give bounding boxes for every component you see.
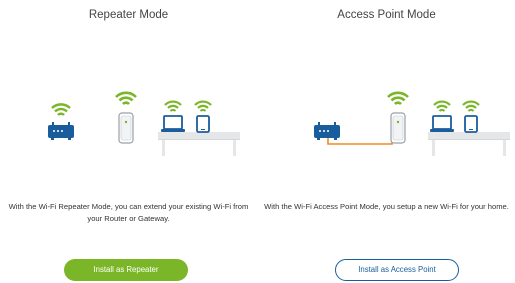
wifi-icon — [387, 91, 409, 106]
access-point-mode-panel: Access Point Mode With the Wi-Fi Access … — [258, 0, 515, 283]
access-point-mode-title: Access Point Mode — [337, 9, 436, 21]
repeater-plug-icon — [118, 112, 134, 144]
wifi-icon — [164, 100, 182, 112]
table-icon — [158, 132, 240, 156]
repeater-illustration — [48, 91, 240, 156]
router-icon — [48, 122, 74, 140]
repeater-mode-description: With the Wi-Fi Repeater Mode, you can ex… — [8, 202, 249, 223]
repeater-mode-panel: Repeater Mode With the Wi-Fi Repeater Mo… — [0, 0, 257, 283]
repeater-plug-icon — [390, 112, 406, 144]
phone-icon — [196, 115, 210, 133]
wifi-icon — [115, 91, 137, 106]
repeater-mode-title: Repeater Mode — [88, 9, 169, 21]
wifi-icon — [51, 103, 71, 116]
access-point-illustration — [314, 91, 510, 156]
wifi-icon — [194, 100, 212, 112]
table-icon — [428, 132, 510, 156]
install-as-access-point-button[interactable]: Install as Access Point — [335, 259, 459, 281]
wifi-icon — [462, 100, 480, 112]
laptop-icon — [161, 115, 185, 132]
wifi-icon — [433, 100, 451, 112]
phone-icon — [464, 115, 478, 133]
router-icon — [314, 122, 340, 140]
install-as-repeater-button[interactable]: Install as Repeater — [64, 259, 188, 281]
access-point-mode-description: With the Wi-Fi Access Point Mode, you se… — [264, 202, 509, 211]
laptop-icon — [430, 115, 454, 132]
